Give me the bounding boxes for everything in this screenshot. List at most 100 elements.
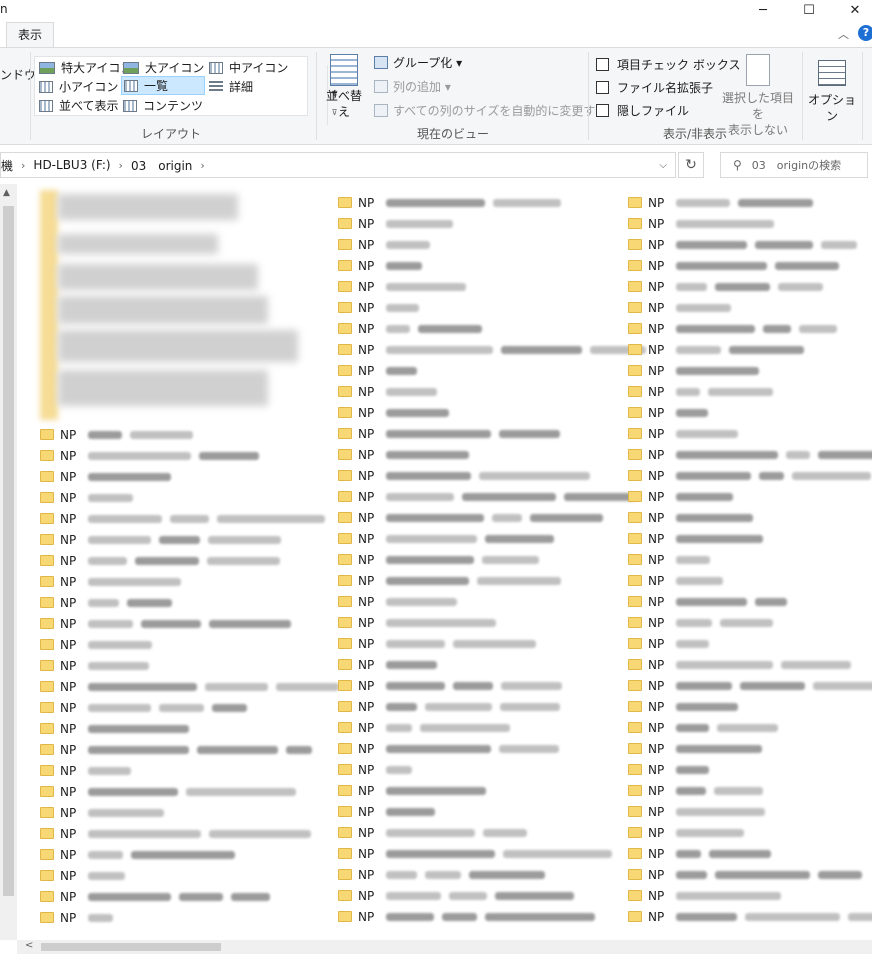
folder-item[interactable]: NP xyxy=(628,591,795,612)
folder-item[interactable]: NP xyxy=(338,822,535,843)
folder-item[interactable]: NP xyxy=(40,865,133,886)
folder-item[interactable]: NP xyxy=(628,717,786,738)
chevron-right-icon[interactable]: › xyxy=(119,159,123,172)
folder-item[interactable]: NP xyxy=(338,213,461,234)
folder-item[interactable]: NP xyxy=(40,529,289,550)
refresh-button[interactable]: ↻ xyxy=(678,152,704,178)
folder-item[interactable]: NP xyxy=(628,570,731,591)
layout-small-icons[interactable]: 小アイコン xyxy=(39,77,118,96)
folder-item[interactable]: NP xyxy=(628,402,716,423)
folder-item[interactable]: NP xyxy=(40,760,139,781)
folder-item[interactable]: NP xyxy=(40,424,201,445)
folder-item[interactable]: NP xyxy=(628,507,761,528)
folder-item[interactable]: NP xyxy=(40,907,121,928)
folder-item[interactable]: NP xyxy=(338,486,645,507)
folder-item[interactable]: NP xyxy=(628,654,859,675)
folder-item[interactable]: NP xyxy=(338,381,445,402)
folder-item[interactable]: NP xyxy=(628,213,782,234)
folder-item[interactable]: NP xyxy=(628,486,741,507)
folder-item[interactable]: NP xyxy=(40,508,333,529)
folder-item[interactable]: NP xyxy=(338,318,490,339)
folder-item[interactable]: NP xyxy=(338,465,598,486)
folder-item[interactable]: NP xyxy=(628,465,872,486)
folder-item[interactable]: NP xyxy=(40,613,299,634)
folder-item[interactable]: NP xyxy=(40,739,320,760)
folder-item[interactable]: NP xyxy=(338,402,457,423)
folder-item[interactable]: NP xyxy=(338,255,430,276)
scroll-left-icon[interactable]: < xyxy=(25,940,33,951)
folder-item[interactable]: NP xyxy=(338,612,504,633)
folder-item[interactable]: NP xyxy=(628,696,746,717)
folder-item[interactable]: NP xyxy=(628,528,771,549)
sort-by-button[interactable]: 並べ替え xyxy=(322,54,366,120)
folder-item[interactable]: NP xyxy=(338,507,611,528)
folder-item[interactable]: NP xyxy=(40,802,172,823)
layout-extra-large-icons[interactable]: 特大アイコン xyxy=(39,58,132,77)
folder-item[interactable]: NP xyxy=(338,885,582,906)
add-columns-button[interactable]: 列の追加 ▾ xyxy=(374,76,451,96)
folder-item[interactable]: NP xyxy=(338,276,474,297)
file-extensions-toggle[interactable]: ファイル名拡張子 xyxy=(596,77,713,97)
folder-item[interactable]: NP xyxy=(338,738,567,759)
folder-item[interactable]: NP xyxy=(338,423,568,444)
folder-item[interactable]: NP xyxy=(628,780,771,801)
breadcrumb-pc[interactable]: 機 xyxy=(1,157,13,174)
breadcrumb-drive[interactable]: HD-LBU3 (F:) xyxy=(33,158,110,172)
folder-item[interactable]: NP xyxy=(40,571,189,592)
layout-content[interactable]: コンテンツ xyxy=(123,96,203,115)
folder-item[interactable]: NP xyxy=(40,487,141,508)
folder-item[interactable]: NP xyxy=(338,360,425,381)
horizontal-scrollbar[interactable]: < xyxy=(17,940,872,954)
folder-item[interactable]: NP xyxy=(628,738,770,759)
folder-item[interactable]: NP xyxy=(338,549,547,570)
breadcrumb-folder[interactable]: 03 origin xyxy=(131,157,192,174)
chevron-right-icon[interactable]: › xyxy=(200,159,204,172)
help-icon[interactable]: ? xyxy=(858,25,872,41)
group-by-button[interactable]: グループ化 ▾ xyxy=(374,52,462,72)
folder-item[interactable]: NP xyxy=(338,906,603,927)
folder-item[interactable]: NP xyxy=(628,549,718,570)
folder-item[interactable]: NP xyxy=(338,339,654,360)
minimize-button[interactable]: ─ xyxy=(740,0,786,20)
checkbox[interactable] xyxy=(596,57,609,71)
folder-item[interactable]: NP xyxy=(40,781,304,802)
layout-list[interactable]: 一覧 xyxy=(121,76,205,95)
close-button[interactable]: ✕ xyxy=(832,0,872,20)
folder-item[interactable]: NP xyxy=(338,234,438,255)
folder-item[interactable]: NP xyxy=(628,864,870,885)
folder-item[interactable]: NP xyxy=(40,823,319,844)
folder-item[interactable]: NP xyxy=(40,466,179,487)
folder-item[interactable]: NP xyxy=(338,675,570,696)
folder-item[interactable]: NP xyxy=(628,255,847,276)
folder-item[interactable]: NP xyxy=(628,612,781,633)
folder-item[interactable]: NP xyxy=(338,843,620,864)
folder-item[interactable]: NP xyxy=(628,675,872,696)
folder-item[interactable]: NP xyxy=(628,906,872,927)
folder-item[interactable]: NP xyxy=(338,780,494,801)
hidden-items-toggle[interactable]: 隠しファイル xyxy=(596,100,689,120)
folder-item[interactable]: NP xyxy=(338,633,544,654)
folder-item[interactable]: NP xyxy=(628,318,845,339)
folder-item[interactable]: NP xyxy=(628,423,746,444)
folder-item[interactable]: NP xyxy=(40,445,267,466)
folder-item[interactable]: NP xyxy=(338,864,553,885)
layout-large-icons[interactable]: 大アイコン xyxy=(123,58,204,77)
folder-item[interactable]: NP xyxy=(628,381,781,402)
checkbox[interactable] xyxy=(596,103,609,117)
folder-item[interactable]: NP xyxy=(40,592,180,613)
folder-item[interactable]: NP xyxy=(628,192,821,213)
folder-item[interactable]: NP xyxy=(338,528,562,549)
folder-item[interactable]: NP xyxy=(628,297,739,318)
folder-item[interactable]: NP xyxy=(338,654,445,675)
scroll-thumb[interactable] xyxy=(3,206,14,896)
folder-item[interactable]: NP xyxy=(40,634,160,655)
search-box[interactable]: ⚲ 03 originの検索 xyxy=(720,152,868,178)
folder-item[interactable]: NP xyxy=(338,570,569,591)
folder-item[interactable]: NP xyxy=(338,591,465,612)
fit-columns-button[interactable]: すべての列のサイズを自動的に変更する xyxy=(374,100,607,120)
options-button[interactable]: オプション xyxy=(806,60,858,124)
layout-details[interactable]: 詳細 xyxy=(209,77,253,96)
folder-item[interactable]: NP xyxy=(338,192,569,213)
folder-item[interactable]: NP xyxy=(628,843,779,864)
layout-tiles[interactable]: 並べて表示 xyxy=(39,96,119,115)
